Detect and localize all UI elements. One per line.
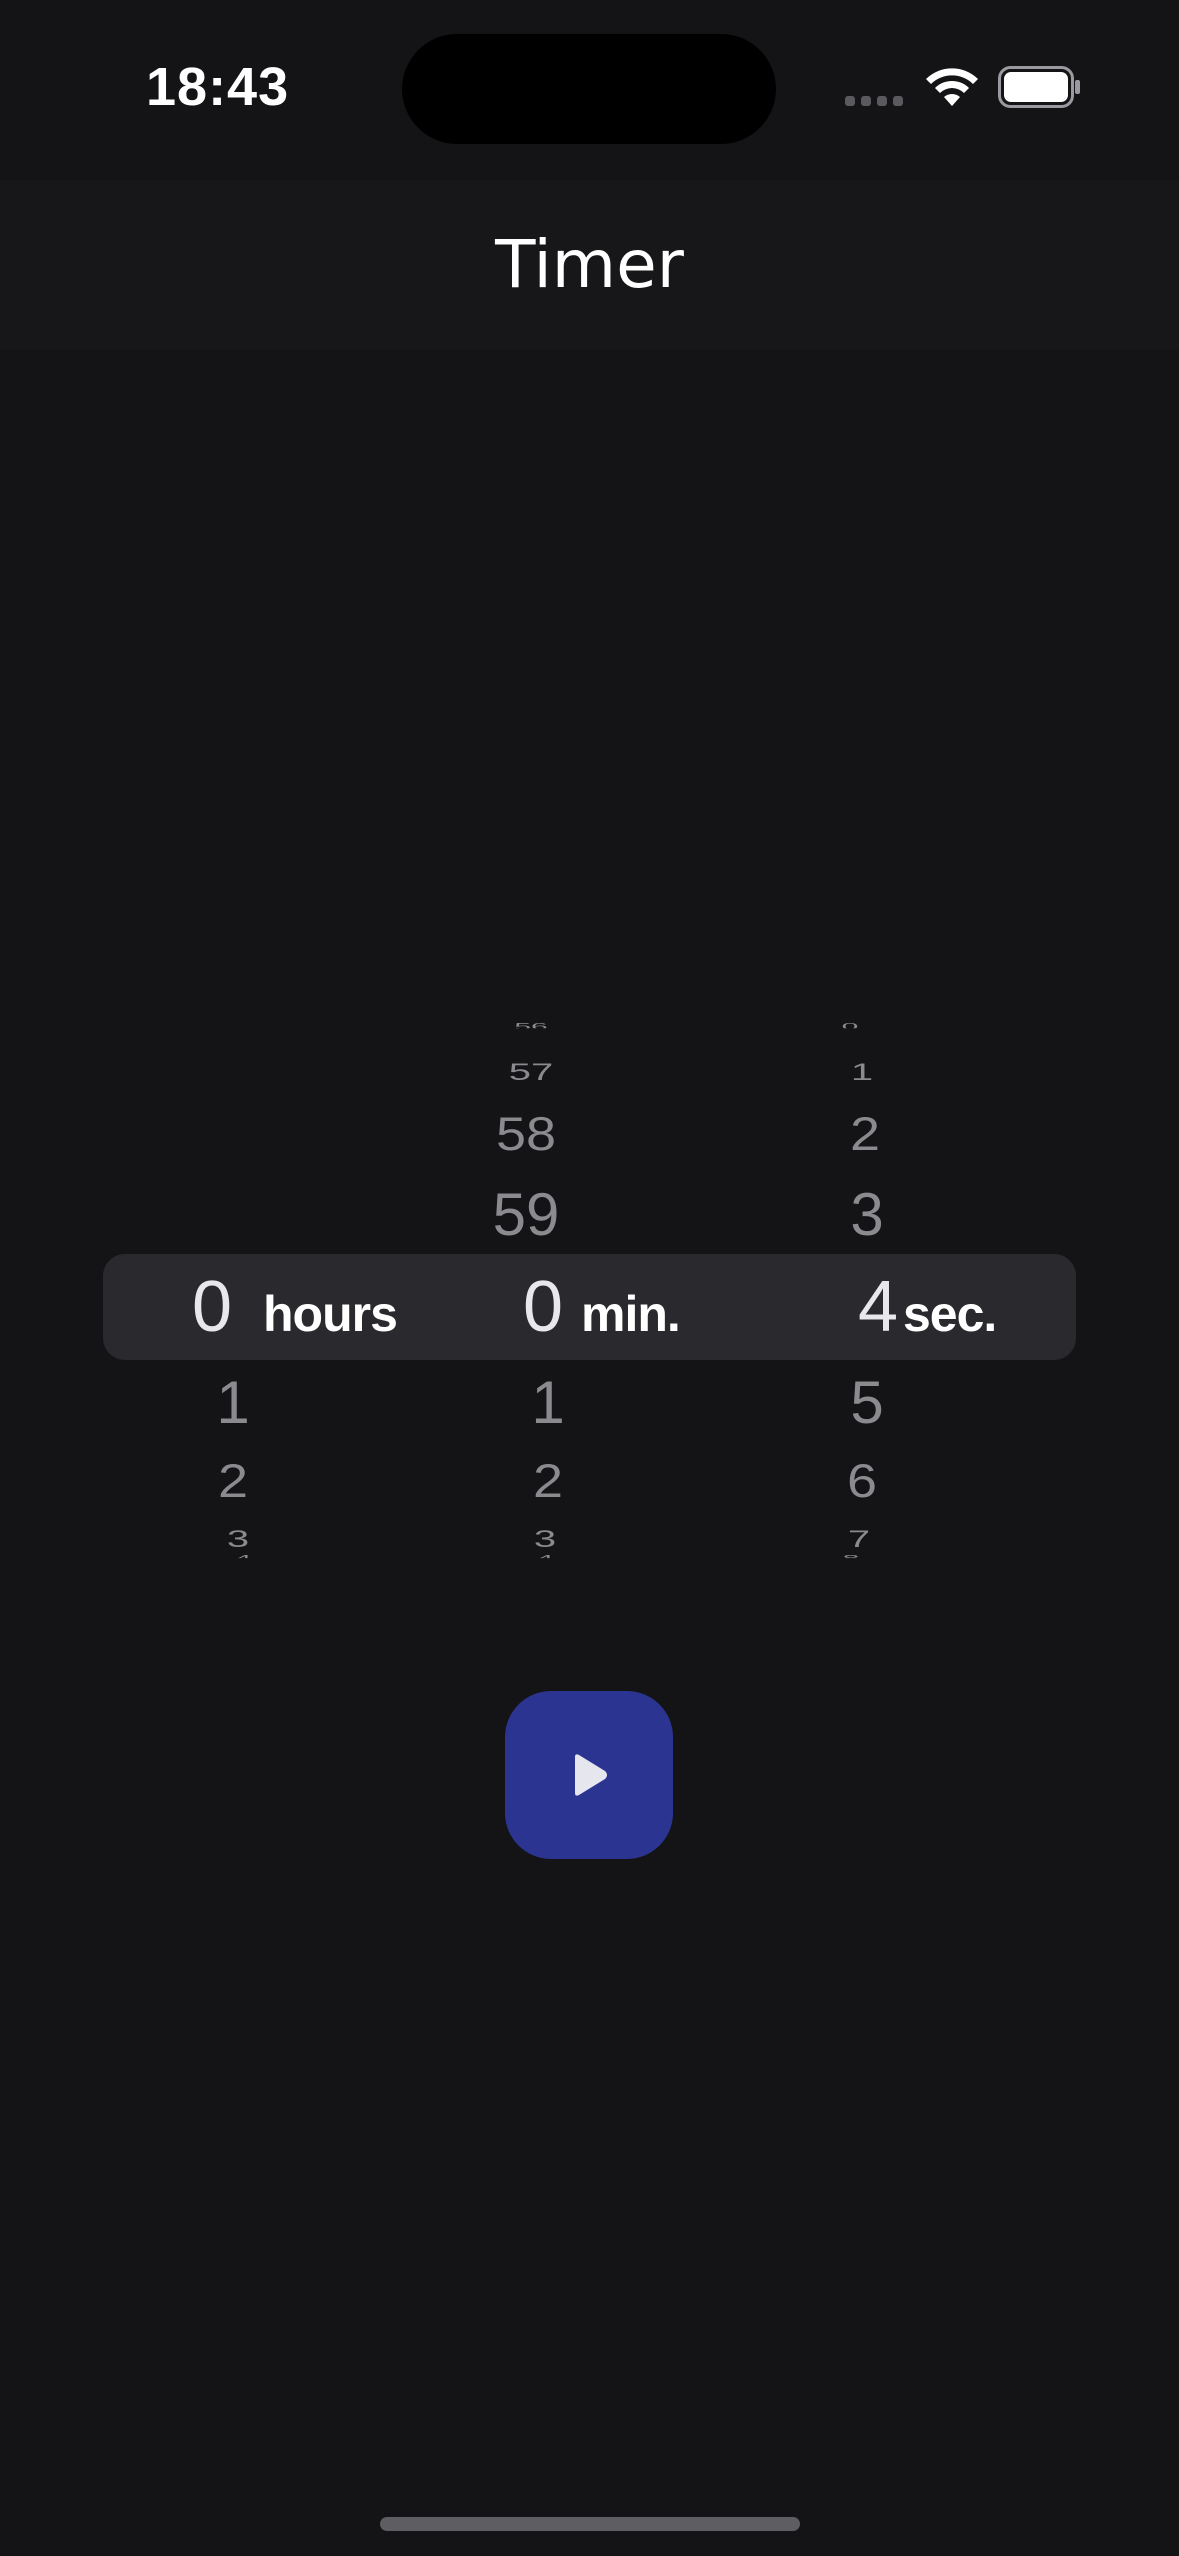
status-bar: 18:43	[0, 0, 1179, 180]
seconds-option[interactable]: 2	[825, 1107, 905, 1162]
status-time: 18:43	[146, 57, 290, 117]
timer-duration-picker[interactable]: 1 2 3 4 0 hours 56 57 58 59 1 2 3 4 0 mi…	[0, 1022, 1179, 1575]
home-indicator[interactable]	[380, 2517, 800, 2531]
minutes-option[interactable]: 57	[486, 1059, 576, 1086]
seconds-unit-label: sec.	[903, 1286, 997, 1342]
seconds-option[interactable]: 6	[822, 1454, 902, 1509]
seconds-option[interactable]: 1	[822, 1059, 902, 1086]
hours-option[interactable]: 4	[203, 1554, 283, 1558]
minutes-unit-label: min.	[581, 1286, 681, 1342]
battery-icon	[998, 66, 1080, 108]
minutes-selected-value[interactable]: 0	[523, 1266, 563, 1348]
minutes-option[interactable]: 58	[476, 1107, 576, 1162]
hours-option[interactable]: 1	[193, 1368, 273, 1437]
hours-unit-label: hours	[263, 1286, 398, 1342]
seconds-option[interactable]: 7	[819, 1526, 899, 1553]
seconds-option[interactable]: 3	[827, 1180, 907, 1249]
page-title: Timer	[495, 226, 684, 303]
minutes-option[interactable]: 2	[508, 1454, 588, 1509]
seconds-selected-value[interactable]: 4	[858, 1266, 898, 1348]
minutes-option[interactable]: 3	[505, 1526, 585, 1553]
cellular-signal-icon	[845, 96, 905, 108]
seconds-option[interactable]: 8	[811, 1554, 891, 1558]
minutes-option[interactable]: 59	[476, 1180, 576, 1249]
hours-option[interactable]: 3	[198, 1526, 278, 1553]
start-timer-button[interactable]	[505, 1691, 673, 1859]
seconds-option[interactable]: 5	[827, 1368, 907, 1437]
play-icon	[575, 1754, 607, 1796]
minutes-option[interactable]: 56	[486, 1022, 576, 1029]
dynamic-island	[402, 34, 776, 144]
hours-option[interactable]: 2	[193, 1454, 273, 1509]
minutes-option[interactable]: 4	[505, 1554, 585, 1558]
seconds-option[interactable]: 0	[810, 1022, 890, 1029]
hours-selected-value[interactable]: 0	[192, 1266, 232, 1348]
minutes-option[interactable]: 1	[508, 1368, 588, 1437]
wifi-icon	[926, 68, 978, 106]
